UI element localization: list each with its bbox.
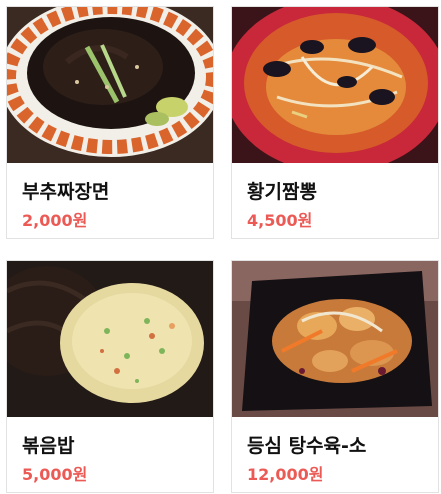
menu-item-name: 부추짜장면 (22, 181, 110, 203)
menu-card-fried-rice[interactable]: 볶음밥 5,000원 (6, 260, 214, 493)
menu-item-price: 5,000원 (22, 465, 88, 484)
menu-item-name: 등심 탕수육-소 (247, 435, 367, 457)
food-photo-tangsuyuk (232, 261, 438, 417)
menu-card-tangsuyuk[interactable]: 등심 탕수육-소 12,000원 (231, 260, 439, 493)
menu-item-price: 4,500원 (247, 211, 313, 230)
menu-item-name: 황기짬뽕 (247, 181, 317, 203)
menu-item-price: 12,000원 (247, 465, 324, 484)
food-photo-jjamppong (232, 7, 438, 163)
menu-card-jjamppong[interactable]: 황기짬뽕 4,500원 (231, 6, 439, 239)
food-photo-fried-rice (7, 261, 213, 417)
menu-card-jjajangmyeon[interactable]: 부추짜장면 2,000원 (6, 6, 214, 239)
menu-item-name: 볶음밥 (22, 435, 75, 457)
food-photo-jjajangmyeon (7, 7, 213, 163)
menu-item-price: 2,000원 (22, 211, 88, 230)
